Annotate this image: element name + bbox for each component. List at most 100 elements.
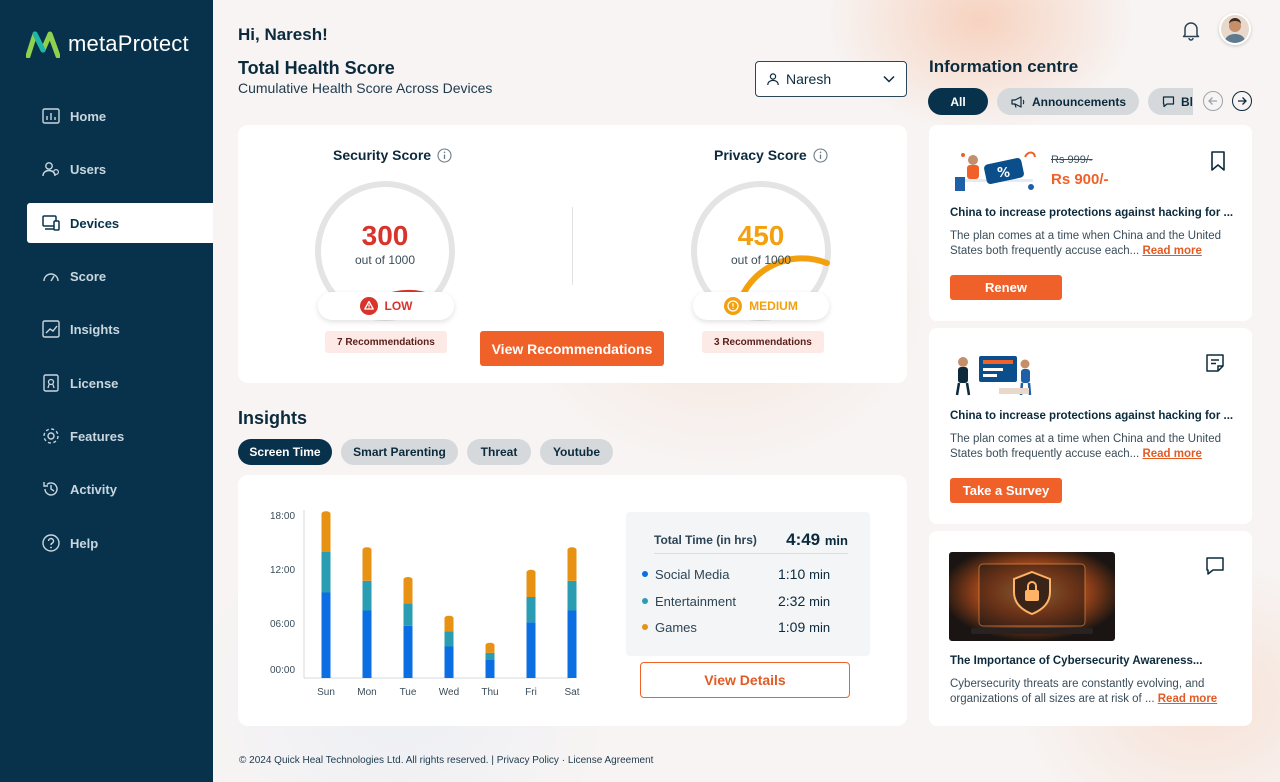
license-icon xyxy=(43,374,59,392)
bar-fri-games[interactable] xyxy=(526,571,536,597)
sidebar-item-label: Users xyxy=(70,161,107,177)
privacy-recommendations-chip[interactable]: 3 Recommendations xyxy=(702,331,824,353)
sidebar-item-insights[interactable]: Insights xyxy=(27,309,213,349)
tab-screen-time[interactable]: Screen Time xyxy=(238,439,332,465)
total-row-games: Games 1:09 min xyxy=(642,619,848,635)
bar-fri-entertainment[interactable] xyxy=(526,597,536,623)
security-recommendations-chip[interactable]: 7 Recommendations xyxy=(325,331,447,353)
bookmark-icon[interactable] xyxy=(1210,151,1226,171)
info-tab-all[interactable]: All xyxy=(928,88,988,115)
chat-bubble-icon xyxy=(1162,96,1175,108)
y-tick-label: 06:00 xyxy=(270,619,295,630)
bar-mon-social-media[interactable] xyxy=(362,610,372,679)
sidebar-item-license[interactable]: License xyxy=(27,363,213,403)
chat-bubble-icon[interactable] xyxy=(1204,555,1226,577)
sidebar-item-home[interactable]: Home xyxy=(27,96,213,136)
y-tick-label: 00:00 xyxy=(270,665,295,676)
survey-note-icon[interactable] xyxy=(1204,352,1226,374)
svg-text:%: % xyxy=(997,166,1010,181)
avatar[interactable] xyxy=(1219,13,1251,45)
bar-sun-entertainment[interactable] xyxy=(321,552,331,593)
info-tab-announcements[interactable]: Announcements xyxy=(997,88,1139,115)
read-more-link[interactable]: Read more xyxy=(1158,693,1217,705)
info-icon[interactable] xyxy=(813,147,828,163)
sidebar-item-score[interactable]: Score xyxy=(27,256,213,296)
card-title[interactable]: China to increase protections against ha… xyxy=(950,410,1233,422)
tab-threat[interactable]: Threat xyxy=(467,439,531,465)
bar-sat-games[interactable] xyxy=(567,549,577,581)
legend-dot xyxy=(642,571,648,577)
x-tick-label: Mon xyxy=(357,687,376,698)
user-select[interactable]: Naresh xyxy=(755,61,907,97)
sidebar-item-label: Home xyxy=(70,108,107,124)
read-more-link[interactable]: Read more xyxy=(1142,448,1201,460)
sidebar-item-label: Score xyxy=(70,268,107,284)
bar-thu-social-media[interactable] xyxy=(485,660,495,678)
privacy-level-badge: MEDIUM xyxy=(693,292,829,320)
bar-sun-social-media[interactable] xyxy=(321,592,331,679)
user-avatar-icon xyxy=(1221,15,1249,43)
tab-smart-parenting[interactable]: Smart Parenting xyxy=(341,439,458,465)
bar-tue-social-media[interactable] xyxy=(403,625,413,678)
footer: © 2024 Quick Heal Technologies Ltd. All … xyxy=(239,755,654,766)
info-tabs: All Announcements Blog xyxy=(928,88,1193,115)
greeting: Hi, Naresh! xyxy=(238,25,328,44)
renew-button[interactable]: Renew xyxy=(950,275,1062,300)
security-score-value: 300 xyxy=(361,220,409,251)
arrow-right-icon xyxy=(1238,97,1247,105)
help-icon xyxy=(42,534,60,552)
info-tab-blog[interactable]: Blog xyxy=(1148,88,1193,115)
view-recommendations-button[interactable]: View Recommendations xyxy=(480,331,664,366)
sidebar-item-devices[interactable]: Devices xyxy=(27,203,213,243)
bar-tue-entertainment[interactable] xyxy=(403,603,413,626)
read-more-link[interactable]: Read more xyxy=(1142,245,1201,257)
sidebar-item-help[interactable]: Help xyxy=(27,523,213,563)
cybersecurity-image[interactable] xyxy=(949,552,1115,641)
sidebar-item-users[interactable]: Users xyxy=(27,149,213,189)
card-title[interactable]: The Importance of Cybersecurity Awarenes… xyxy=(950,655,1202,667)
security-score-outof: out of 1000 xyxy=(354,253,416,267)
users-icon xyxy=(42,162,60,177)
user-select-value: Naresh xyxy=(786,71,832,87)
bar-cap xyxy=(362,547,372,553)
gauge-icon xyxy=(43,273,59,282)
history-icon xyxy=(43,482,58,496)
tab-youtube[interactable]: Youtube xyxy=(540,439,613,465)
alert-circle-icon xyxy=(724,297,743,315)
bar-wed-entertainment[interactable] xyxy=(444,631,454,647)
information-centre-title: Information centre xyxy=(929,57,1079,76)
bar-sat-entertainment[interactable] xyxy=(567,580,577,611)
screen-time-totals: Total Time (in hrs) 4:49 min Social Medi… xyxy=(626,512,870,656)
bar-wed-social-media[interactable] xyxy=(444,646,454,679)
total-row-social-media: Social Media 1:10 min xyxy=(642,566,848,582)
total-time-row: Total Time (in hrs) 4:49 min xyxy=(654,526,848,554)
bar-sat-social-media[interactable] xyxy=(567,610,577,679)
sidebar-item-activity[interactable]: Activity xyxy=(27,469,213,509)
total-time-label: Total Time (in hrs) xyxy=(654,532,757,547)
bar-sun-games[interactable] xyxy=(321,513,331,552)
info-card-renew: % Rs 999/- Rs 900/- China to increase pr… xyxy=(929,125,1252,321)
insights-chart-icon xyxy=(42,320,60,338)
prev-arrow-button[interactable] xyxy=(1203,91,1223,111)
bar-thu-entertainment[interactable] xyxy=(485,652,495,660)
legend-dot xyxy=(642,624,648,630)
logo[interactable]: metaProtect xyxy=(26,30,189,58)
card-body: Cybersecurity threats are constantly evo… xyxy=(950,678,1218,705)
bar-mon-games[interactable] xyxy=(362,549,372,581)
take-survey-button[interactable]: Take a Survey xyxy=(950,478,1062,503)
bell-icon[interactable] xyxy=(1180,19,1202,41)
info-icon[interactable] xyxy=(437,147,452,163)
card-title[interactable]: China to increase protections against ha… xyxy=(950,207,1233,219)
bar-cap xyxy=(444,615,454,621)
total-row-entertainment: Entertainment 2:32 min xyxy=(642,593,848,609)
x-tick-label: Sun xyxy=(317,687,335,698)
total-time-value: 4:49 min xyxy=(786,529,848,549)
view-details-button[interactable]: View Details xyxy=(640,662,850,698)
bar-cap xyxy=(403,577,413,582)
bar-tue-games[interactable] xyxy=(403,579,413,604)
bar-mon-entertainment[interactable] xyxy=(362,580,372,611)
bar-fri-social-media[interactable] xyxy=(526,622,536,678)
next-arrow-button[interactable] xyxy=(1232,91,1252,111)
discount-illustration: % xyxy=(955,151,1036,191)
sidebar-item-features[interactable]: Features xyxy=(27,416,213,456)
